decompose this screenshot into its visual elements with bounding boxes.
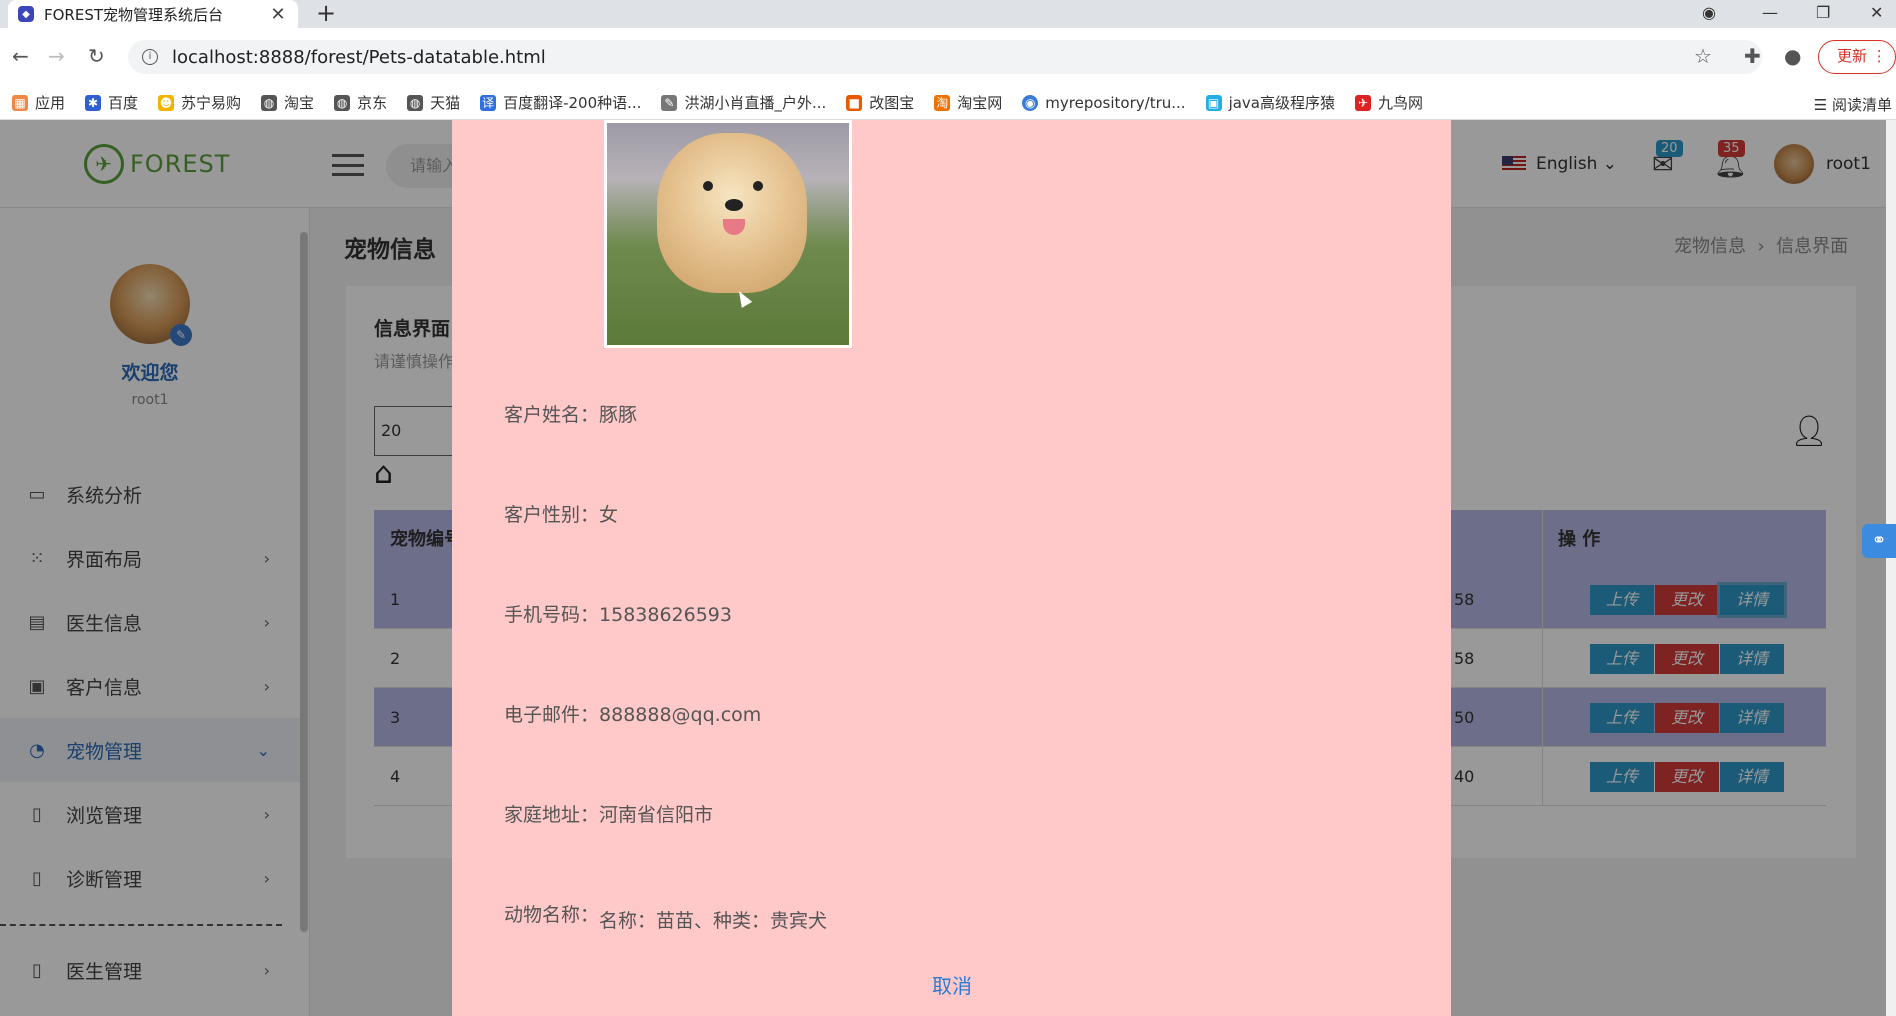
forward-icon[interactable]: → — [48, 44, 65, 68]
bookmark-item[interactable]: ▦ 应用 — [12, 92, 65, 113]
bookmark-label: 改图宝 — [869, 94, 915, 112]
translate-icon: 译 — [480, 94, 497, 111]
field-value: 15838626593 — [599, 604, 732, 626]
reload-icon[interactable]: ↻ — [88, 44, 105, 68]
suning-icon: ☻ — [158, 94, 175, 111]
page-scrollbar[interactable] — [1886, 120, 1896, 1016]
bookmark-label: 洪湖小肖直播_户外... — [684, 94, 827, 112]
bookmark-item[interactable]: ✈ 九鸟网 — [1355, 92, 1423, 113]
baidu-icon: ✱ — [85, 94, 102, 111]
bookmark-label: 淘宝网 — [957, 94, 1003, 112]
puppy-eye — [753, 181, 763, 191]
puppy-image — [657, 133, 807, 293]
field-customer-gender: 客户性别：女 — [504, 500, 618, 527]
reading-list[interactable]: ☰ 阅读清单 — [1814, 94, 1892, 115]
field-email: 电子邮件：888888@qq.com — [504, 700, 761, 727]
bookmark-label: 京东 — [357, 94, 388, 112]
bookmark-item[interactable]: ✎ 洪湖小肖直播_户外... — [661, 92, 826, 113]
field-label: 手机号码： — [504, 604, 600, 626]
update-label: 更新 — [1837, 47, 1868, 65]
bookmark-label: 百度翻译-200种语... — [503, 94, 642, 112]
bookmark-label: myrepository/tru... — [1045, 93, 1186, 112]
field-label: 客户姓名： — [504, 404, 600, 426]
tab-title: FOREST宠物管理系统后台 — [44, 5, 224, 24]
bookmark-item[interactable]: ◍ 京东 — [334, 92, 387, 113]
globe-icon: ◍ — [334, 94, 351, 111]
site-info-icon[interactable]: i — [142, 49, 158, 65]
bookmark-label: 九鸟网 — [1378, 94, 1424, 112]
pet-detail-modal — [452, 120, 1451, 1016]
field-value: 888888@qq.com — [599, 704, 762, 726]
bookmark-item[interactable]: ✱ 百度 — [85, 92, 138, 113]
bookmark-item[interactable]: ◍ 天猫 — [407, 92, 460, 113]
cancel-button[interactable]: 取消 — [932, 970, 972, 999]
live-icon: ✎ — [661, 94, 678, 111]
field-value: 豚豚 — [599, 404, 638, 426]
field-phone: 手机号码：15838626593 — [504, 600, 732, 627]
field-label: 客户性别： — [504, 504, 600, 526]
browser-tab-strip: ◆ FOREST宠物管理系统后台 ✕ + ◉ — ❐ ✕ — [0, 0, 1896, 28]
profile-menu-icon[interactable]: ◉ — [1702, 0, 1716, 28]
field-value: 女 — [599, 504, 619, 526]
bookmark-label: 淘宝 — [284, 94, 315, 112]
field-address: 家庭地址：河南省信阳市 — [504, 800, 713, 827]
back-icon[interactable]: ← — [12, 44, 29, 68]
puppy-nose — [725, 199, 743, 211]
field-customer-name: 客户姓名：豚豚 — [504, 400, 637, 427]
bookmark-label: 苏宁易购 — [181, 94, 242, 112]
extensions-icon[interactable]: ✚ — [1744, 44, 1761, 68]
new-tab-button[interactable]: + — [316, 0, 336, 28]
update-button[interactable]: 更新 ⋮ — [1818, 40, 1896, 74]
bookmark-item[interactable]: ◍ 淘宝 — [261, 92, 314, 113]
browser-tab[interactable]: ◆ FOREST宠物管理系统后台 ✕ — [8, 0, 298, 28]
pet-photo — [604, 120, 852, 348]
bookmark-item[interactable]: ☻ 苏宁易购 — [158, 92, 241, 113]
profile-icon[interactable]: ● — [1784, 44, 1801, 68]
minimize-icon[interactable]: — — [1762, 0, 1778, 28]
bookmarks-bar: ▦ 应用 ✱ 百度 ☻ 苏宁易购 ◍ 淘宝 ◍ 京东 ◍ 天猫 译百度翻译-200种语...… — [0, 86, 1896, 120]
globe-icon: ◍ — [407, 94, 424, 111]
window-close-icon[interactable]: ✕ — [1870, 0, 1883, 28]
field-animal-name: 动物名称：名称：苗苗、种类：贵宾犬 — [504, 900, 827, 932]
url-text: localhost:8888/forest/Pets-datatable.htm… — [172, 46, 546, 68]
bookmark-item[interactable]: 淘淘宝网 — [934, 92, 1002, 113]
close-tab-icon[interactable]: ✕ — [268, 4, 288, 25]
field-label: 电子邮件： — [504, 704, 600, 726]
field-label: 动物名称： — [504, 904, 600, 926]
bookmark-label: 应用 — [35, 94, 66, 112]
field-label: 家庭地址： — [504, 804, 600, 826]
bookmark-item[interactable]: ■ 改图宝 — [846, 92, 914, 113]
bookmark-label: java高级程序猿 — [1228, 94, 1335, 112]
puppy-eye — [703, 181, 713, 191]
taobao-icon: 淘 — [934, 94, 951, 111]
address-bar[interactable]: i localhost:8888/forest/Pets-datatable.h… — [128, 40, 1762, 74]
restore-icon[interactable]: ❐ — [1816, 0, 1830, 28]
field-value: 名称：苗苗、种类：贵宾犬 — [599, 910, 828, 932]
field-value: 河南省信阳市 — [599, 804, 714, 826]
image-tool-icon: ■ — [846, 94, 863, 111]
baidu-netdisk-icon[interactable]: ⚭ — [1862, 524, 1896, 558]
chrome-icon: ◉ — [1022, 94, 1039, 111]
bookmark-label: 百度 — [108, 94, 139, 112]
bookmark-item[interactable]: ◉ myrepository/tru... — [1022, 93, 1186, 112]
bookmark-item[interactable]: 译百度翻译-200种语... — [480, 92, 641, 113]
bookmark-star-icon[interactable]: ☆ — [1694, 44, 1712, 68]
bookmark-label: 天猫 — [430, 94, 461, 112]
bird-icon: ✈ — [1355, 94, 1371, 111]
bookmark-item[interactable]: ▣ java高级程序猿 — [1205, 92, 1335, 113]
reading-list-label: 阅读清单 — [1831, 96, 1892, 114]
apps-grid-icon: ▦ — [12, 94, 28, 111]
bilibili-icon: ▣ — [1205, 94, 1222, 111]
globe-icon: ◍ — [261, 94, 278, 111]
puppy-tongue — [723, 219, 745, 235]
site-favicon-icon: ◆ — [18, 6, 34, 22]
